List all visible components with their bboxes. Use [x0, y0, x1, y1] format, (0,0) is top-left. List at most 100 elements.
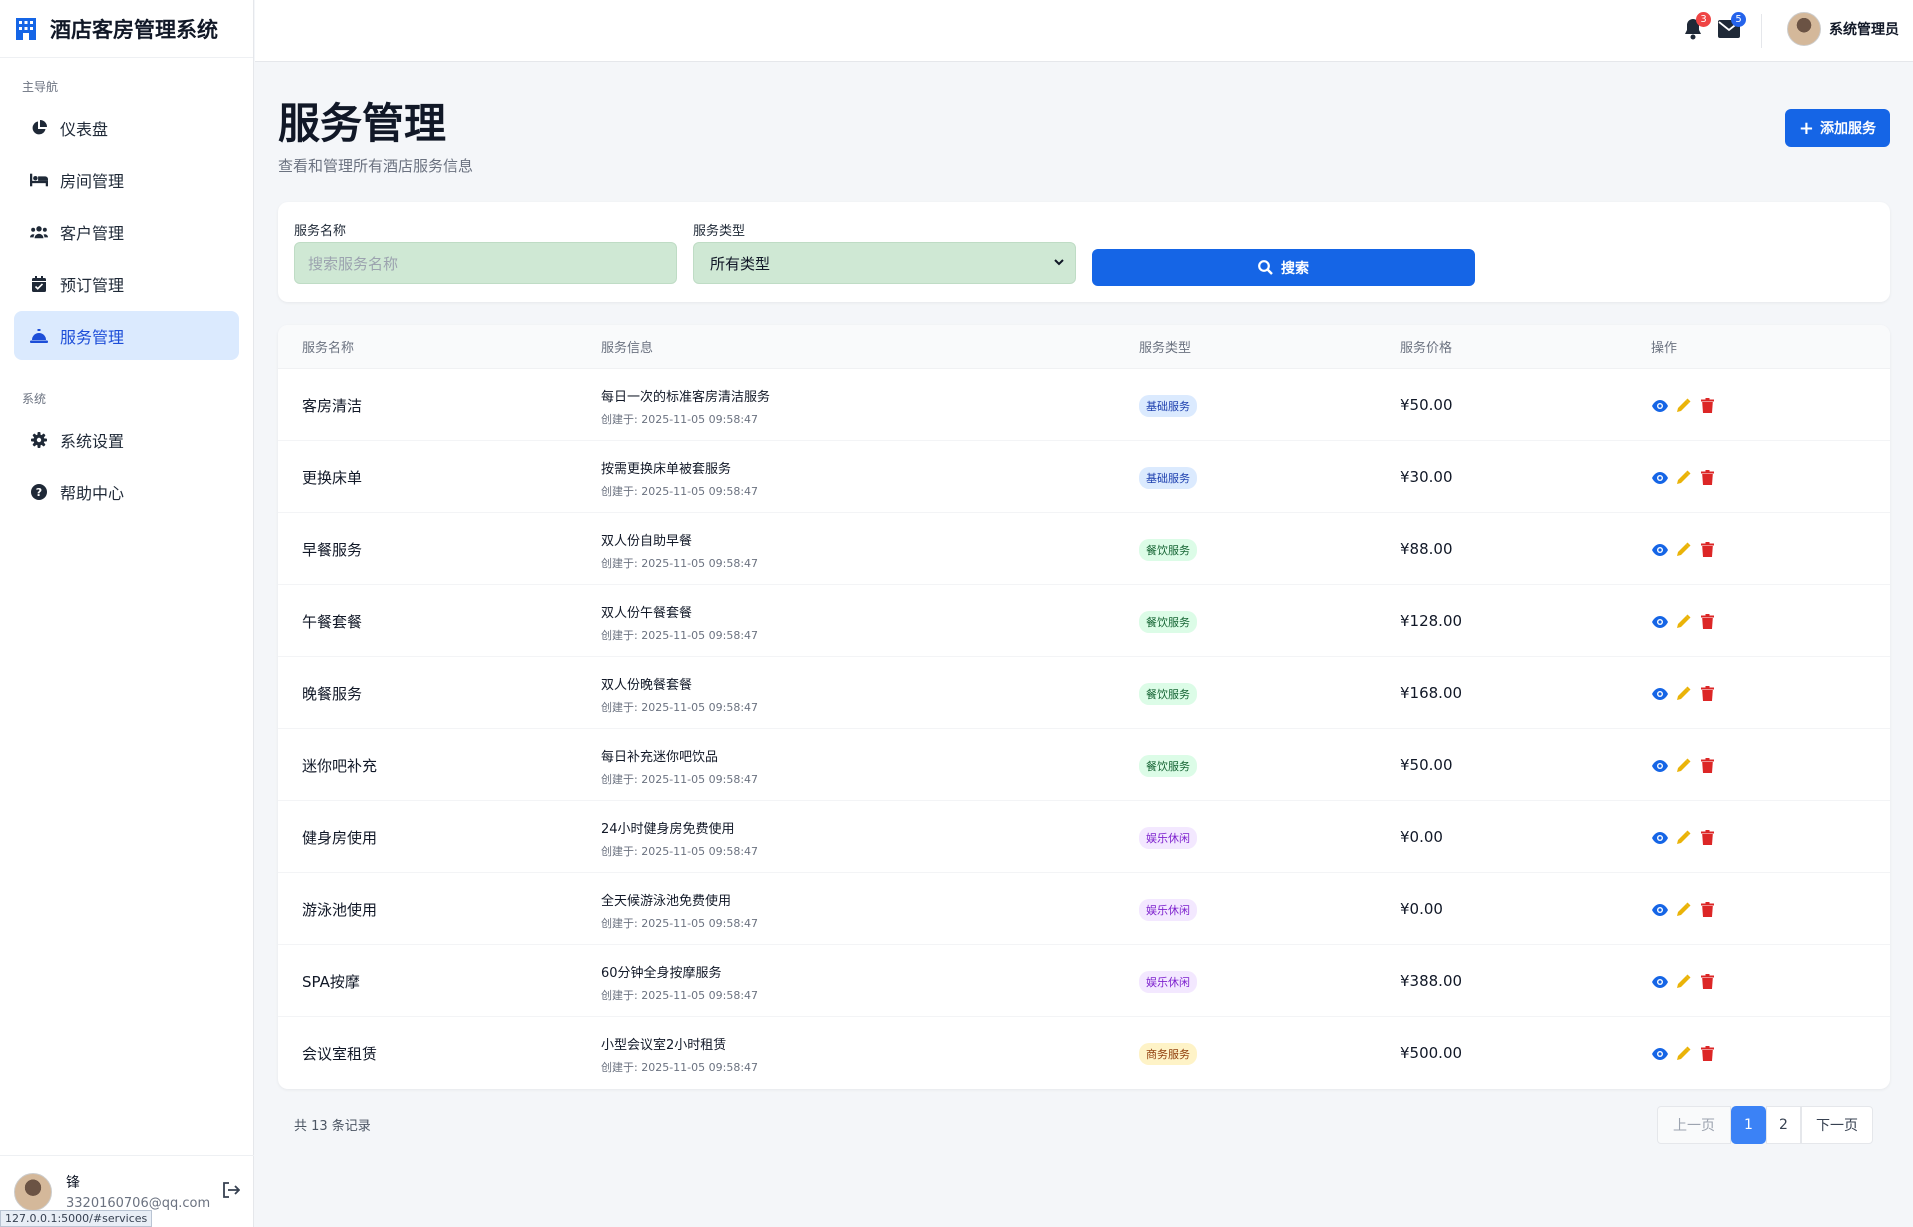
service-name: SPA按摩: [302, 973, 360, 991]
avatar: [1787, 12, 1821, 46]
delete-icon[interactable]: [1699, 613, 1716, 630]
delete-icon[interactable]: [1699, 541, 1716, 558]
service-desc: 每日补充迷你吧饮品: [601, 750, 719, 765]
view-icon[interactable]: [1651, 829, 1668, 846]
view-icon[interactable]: [1651, 613, 1668, 630]
service-type-badge: 餐饮服务: [1139, 755, 1197, 777]
row-actions: [1651, 613, 1716, 630]
service-type-badge: 餐饮服务: [1139, 539, 1197, 561]
service-created: 创建于: 2025-11-05 09:58:47: [601, 845, 759, 858]
service-name-label: 服务名称: [294, 224, 347, 239]
service-desc: 按需更换床单被套服务: [601, 462, 732, 477]
delete-icon[interactable]: [1699, 1045, 1716, 1062]
service-created: 创建于: 2025-11-05 09:58:47: [601, 773, 759, 786]
edit-icon[interactable]: [1675, 685, 1692, 702]
topbar: 3 5 系统管理员: [255, 0, 1913, 62]
add-service-button[interactable]: + 添加服务: [1784, 109, 1890, 147]
service-type-badge: 娱乐休闲: [1139, 971, 1197, 993]
service-name: 早餐服务: [302, 541, 363, 559]
delete-icon[interactable]: [1699, 757, 1716, 774]
view-icon[interactable]: [1651, 973, 1668, 990]
col-price: 服务价格: [1400, 341, 1453, 356]
edit-icon[interactable]: [1675, 757, 1692, 774]
main-nav-label: 主导航: [22, 80, 59, 94]
sidebar-item-rooms[interactable]: 房间管理: [14, 155, 239, 204]
sidebar-item-bookings[interactable]: 预订管理: [14, 259, 239, 308]
col-type: 服务类型: [1139, 341, 1192, 356]
delete-icon[interactable]: [1699, 397, 1716, 414]
gear-icon: [30, 431, 48, 449]
table-body: 客房清洁 每日一次的标准客房清洁服务 创建于: 2025-11-05 09:58:4…: [278, 369, 1890, 1089]
view-icon[interactable]: [1651, 757, 1668, 774]
edit-icon[interactable]: [1675, 973, 1692, 990]
sidebar-item-settings[interactable]: 系统设置: [14, 415, 239, 464]
view-icon[interactable]: [1651, 469, 1668, 486]
sidebar-item-label: 房间管理: [60, 171, 125, 191]
edit-icon[interactable]: [1675, 541, 1692, 558]
service-price: ¥388.00: [1400, 972, 1463, 990]
page-1-button[interactable]: 1: [1731, 1106, 1766, 1144]
service-type-badge: 商务服务: [1139, 1043, 1197, 1065]
sidebar-item-dashboard[interactable]: 仪表盘: [14, 103, 239, 152]
add-service-label: 添加服务: [1820, 121, 1876, 137]
edit-icon[interactable]: [1675, 829, 1692, 846]
service-info: 每日补充迷你吧饮品创建于: 2025-11-05 09:58:47: [601, 746, 758, 787]
page-2-button[interactable]: 2: [1766, 1106, 1801, 1144]
bell-icon[interactable]: 3: [1683, 12, 1711, 40]
edit-icon[interactable]: [1675, 469, 1692, 486]
view-icon[interactable]: [1651, 901, 1668, 918]
service-type-select[interactable]: 所有类型: [693, 242, 1076, 284]
sidebar-item-services[interactable]: 服务管理: [14, 311, 239, 360]
pagination: 上一页 1 2 下一页: [1657, 1106, 1873, 1144]
service-info: 双人份晚餐套餐 创建于: 2025-11-05 09:58:47: [601, 674, 758, 715]
delete-icon[interactable]: [1699, 469, 1716, 486]
service-name-input[interactable]: 搜索服务名称: [294, 242, 677, 284]
view-icon[interactable]: [1651, 685, 1668, 702]
edit-icon[interactable]: [1675, 901, 1692, 918]
row-actions: [1651, 397, 1716, 414]
edit-icon[interactable]: [1675, 1045, 1692, 1062]
service-info: 小型会议室2小时租赁 创建于: 2025-11-05 09:58:47: [601, 1034, 758, 1075]
pie-chart-icon: [30, 119, 48, 137]
avatar[interactable]: [14, 1172, 52, 1211]
bed-icon: [30, 171, 48, 189]
table-row: 健身房使用 24小时健身房免费使用 创建于: 2025-11-05 09:58:47…: [278, 801, 1890, 873]
service-type-badge: 娱乐休闲: [1139, 827, 1197, 849]
service-name: 客房清洁: [302, 397, 363, 415]
service-desc: 60分钟全身按摩服务: [601, 966, 722, 981]
plus-icon: +: [1798, 117, 1814, 139]
sidebar-item-label: 仪表盘: [60, 119, 109, 139]
brand[interactable]: 酒店客房管理系统: [0, 0, 253, 58]
view-icon[interactable]: [1651, 397, 1668, 414]
envelope-icon[interactable]: 5: [1718, 12, 1746, 40]
delete-icon[interactable]: [1699, 973, 1716, 990]
sidebar-item-help[interactable]: ? 帮助中心: [14, 467, 239, 516]
service-type-value: 所有类型: [710, 254, 771, 273]
sidebar-item-label: 帮助中心: [60, 483, 125, 503]
sidebar-item-label: 客户管理: [60, 223, 125, 243]
main-content: 服务管理 查看和管理所有酒店服务信息 + 添加服务 服务名称 搜索服务名称 服务…: [278, 62, 1890, 1159]
service-price: ¥30.00: [1400, 468, 1453, 486]
next-page-button[interactable]: 下一页: [1801, 1106, 1873, 1144]
service-desc: 小型会议室2小时租赁: [601, 1038, 727, 1053]
services-table: 服务名称 服务信息 服务类型 服务价格 操作 客房清洁 每日一次的标准客房清洁服务…: [278, 325, 1890, 1089]
search-button[interactable]: 搜索: [1092, 249, 1475, 286]
browser-status-url: 127.0.0.1:5000/#services: [0, 1210, 153, 1227]
service-type-badge: 餐饮服务: [1139, 683, 1197, 705]
edit-icon[interactable]: [1675, 397, 1692, 414]
delete-icon[interactable]: [1699, 829, 1716, 846]
hotel-building-icon: [16, 17, 36, 40]
delete-icon[interactable]: [1699, 685, 1716, 702]
view-icon[interactable]: [1651, 541, 1668, 558]
service-type-badge: 基础服务: [1139, 467, 1197, 489]
logout-icon[interactable]: [222, 1182, 241, 1202]
service-price: ¥0.00: [1400, 900, 1443, 918]
top-user-menu[interactable]: 系统管理员: [1787, 12, 1899, 46]
delete-icon[interactable]: [1699, 901, 1716, 918]
view-icon[interactable]: [1651, 1045, 1668, 1062]
prev-page-button[interactable]: 上一页: [1657, 1106, 1731, 1144]
service-info: 按需更换床单被套服务 创建于: 2025-11-05 09:58:47: [601, 458, 758, 499]
col-info: 服务信息: [601, 341, 654, 356]
edit-icon[interactable]: [1675, 613, 1692, 630]
sidebar-item-customers[interactable]: 客户管理: [14, 207, 239, 256]
